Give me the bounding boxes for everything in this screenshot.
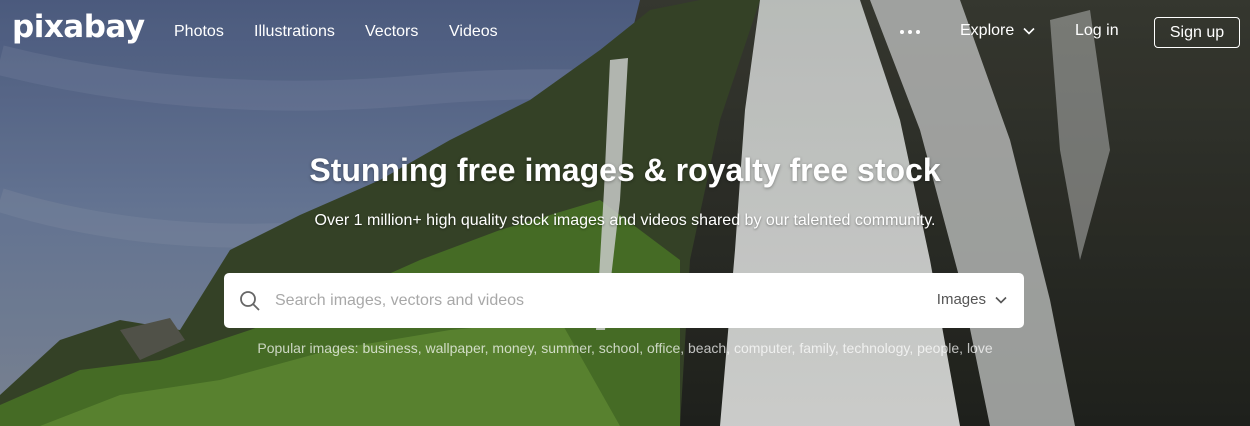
popular-term-love[interactable]: love bbox=[967, 340, 993, 356]
explore-menu[interactable]: Explore bbox=[960, 22, 1036, 40]
top-navigation: pixabay Photos Illustrations Vectors Vid… bbox=[0, 0, 1250, 64]
pixabay-logo[interactable]: pixabay bbox=[12, 12, 145, 43]
login-link[interactable]: Log in bbox=[1075, 22, 1119, 40]
more-horizontal-icon[interactable] bbox=[900, 24, 920, 40]
search-type-select[interactable]: Images bbox=[937, 291, 1008, 308]
popular-term-family[interactable]: family bbox=[799, 340, 835, 356]
search-bar: Images bbox=[224, 273, 1024, 328]
nav-link-videos[interactable]: Videos bbox=[449, 22, 498, 42]
hero-section: pixabay Photos Illustrations Vectors Vid… bbox=[0, 0, 1250, 426]
explore-label: Explore bbox=[960, 22, 1015, 39]
popular-term-wallpaper[interactable]: wallpaper bbox=[425, 340, 484, 356]
popular-label: Popular images: bbox=[257, 340, 359, 356]
popular-term-people[interactable]: people bbox=[917, 340, 959, 356]
search-icon[interactable] bbox=[238, 289, 262, 313]
popular-term-business[interactable]: business bbox=[362, 340, 417, 356]
nav-link-illustrations[interactable]: Illustrations bbox=[254, 22, 335, 42]
hero-title: Stunning free images & royalty free stoc… bbox=[309, 152, 941, 188]
chevron-down-icon bbox=[995, 296, 1007, 304]
popular-term-school[interactable]: school bbox=[599, 340, 639, 356]
popular-term-money[interactable]: money bbox=[492, 340, 533, 356]
popular-term-summer[interactable]: summer bbox=[541, 340, 591, 356]
search-input[interactable] bbox=[275, 273, 915, 328]
popular-searches: Popular images: business, wallpaper, mon… bbox=[257, 340, 993, 356]
nav-link-vectors[interactable]: Vectors bbox=[365, 22, 418, 42]
popular-term-technology[interactable]: technology bbox=[843, 340, 910, 356]
popular-term-computer[interactable]: computer bbox=[734, 340, 792, 356]
signup-button[interactable]: Sign up bbox=[1154, 17, 1240, 48]
search-type-label: Images bbox=[936, 291, 986, 308]
chevron-down-icon bbox=[1023, 27, 1035, 35]
nav-link-photos[interactable]: Photos bbox=[174, 22, 224, 42]
hero-subtitle: Over 1 million+ high quality stock image… bbox=[314, 212, 936, 229]
popular-term-office[interactable]: office bbox=[647, 340, 680, 356]
popular-term-beach[interactable]: beach bbox=[688, 340, 726, 356]
